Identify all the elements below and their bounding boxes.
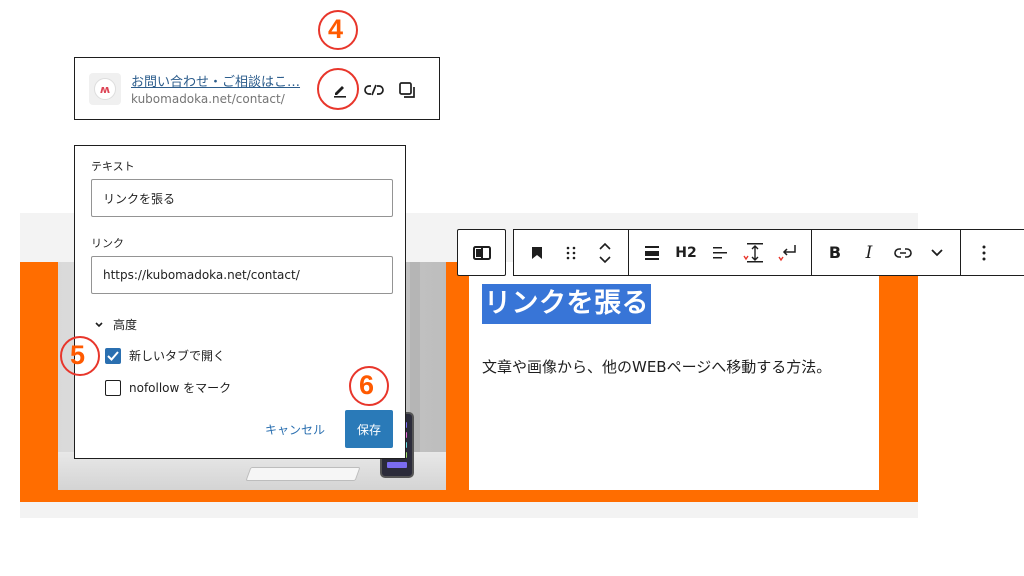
heading-level-button[interactable]: H2 bbox=[669, 235, 703, 271]
link-settings-dialog: テキスト リンク 高度 新しいタブで開く nofollow をマーク キャンセル… bbox=[74, 145, 406, 459]
chevron-down-icon bbox=[931, 248, 943, 256]
nofollow-checkbox[interactable] bbox=[105, 379, 121, 396]
step-4-number: 4 bbox=[328, 14, 344, 44]
more-options-icon bbox=[982, 245, 986, 260]
line-break-button[interactable] bbox=[771, 235, 805, 271]
open-new-tab-checkbox[interactable] bbox=[105, 347, 121, 364]
edit-highlight-circle bbox=[317, 68, 359, 110]
align-button[interactable] bbox=[635, 235, 669, 271]
align-icon bbox=[645, 245, 659, 260]
link-field-label: リンク bbox=[91, 237, 124, 250]
advanced-toggle[interactable]: 高度 bbox=[95, 316, 137, 333]
move-up-down-button[interactable] bbox=[588, 235, 622, 271]
drag-handle-icon bbox=[566, 246, 576, 259]
block-type-group bbox=[514, 230, 629, 275]
line-height-icon bbox=[743, 242, 763, 262]
more-formats-button[interactable] bbox=[920, 235, 954, 271]
heading-block[interactable]: リンクを張る bbox=[482, 284, 651, 324]
bookmark-icon bbox=[532, 246, 542, 259]
text-field-label: テキスト bbox=[91, 160, 135, 173]
chevron-down-icon bbox=[95, 321, 103, 327]
link-text-input[interactable] bbox=[91, 179, 393, 217]
text-align-icon bbox=[713, 246, 727, 258]
link-preview-popover: ʍ お問い合わせ・ご相談はこ… kubomadoka.net/contact/ bbox=[74, 57, 440, 120]
unlink-icon bbox=[364, 84, 384, 96]
nofollow-option[interactable]: nofollow をマーク bbox=[105, 379, 231, 396]
italic-button[interactable]: I bbox=[852, 235, 886, 271]
drag-handle[interactable] bbox=[554, 235, 588, 271]
nofollow-label: nofollow をマーク bbox=[129, 381, 232, 395]
open-new-tab-label: 新しいタブで開く bbox=[129, 349, 226, 363]
copy-icon bbox=[399, 82, 415, 98]
unlink-button[interactable] bbox=[361, 77, 387, 103]
site-favicon-icon: ʍ bbox=[89, 73, 121, 105]
bold-button[interactable]: B bbox=[818, 235, 852, 271]
select-parent-block-button[interactable] bbox=[457, 229, 506, 276]
block-type-button[interactable] bbox=[520, 235, 554, 271]
heading-format-group: H2 bbox=[629, 230, 812, 275]
line-height-button[interactable] bbox=[737, 235, 771, 271]
block-toolbar: H2 B I bbox=[513, 229, 1024, 276]
advanced-label: 高度 bbox=[113, 318, 138, 332]
step-6-number: 6 bbox=[359, 370, 375, 400]
link-preview-url: kubomadoka.net/contact/ bbox=[131, 92, 285, 106]
checkmark-icon bbox=[107, 350, 119, 361]
link-preview-title[interactable]: お問い合わせ・ご相談はこ… bbox=[131, 71, 311, 90]
options-group bbox=[961, 230, 1007, 275]
link-url-input[interactable] bbox=[91, 256, 393, 294]
keyboard-graphic bbox=[245, 467, 361, 481]
link-icon bbox=[894, 247, 912, 258]
inline-format-group: B I bbox=[812, 230, 961, 275]
step-5-number: 5 bbox=[70, 340, 86, 370]
copy-link-button[interactable] bbox=[394, 77, 420, 103]
cancel-button[interactable]: キャンセル bbox=[265, 421, 325, 438]
more-options-button[interactable] bbox=[967, 235, 1001, 271]
move-up-down-icon bbox=[599, 242, 611, 263]
line-break-icon bbox=[778, 244, 796, 261]
link-button[interactable] bbox=[886, 235, 920, 271]
columns-icon bbox=[472, 245, 491, 260]
save-button[interactable]: 保存 bbox=[345, 410, 393, 448]
open-new-tab-option[interactable]: 新しいタブで開く bbox=[105, 347, 225, 364]
text-align-button[interactable] bbox=[703, 235, 737, 271]
paragraph-block[interactable]: 文章や画像から、他のWEBページへ移動する方法。 bbox=[482, 356, 831, 377]
